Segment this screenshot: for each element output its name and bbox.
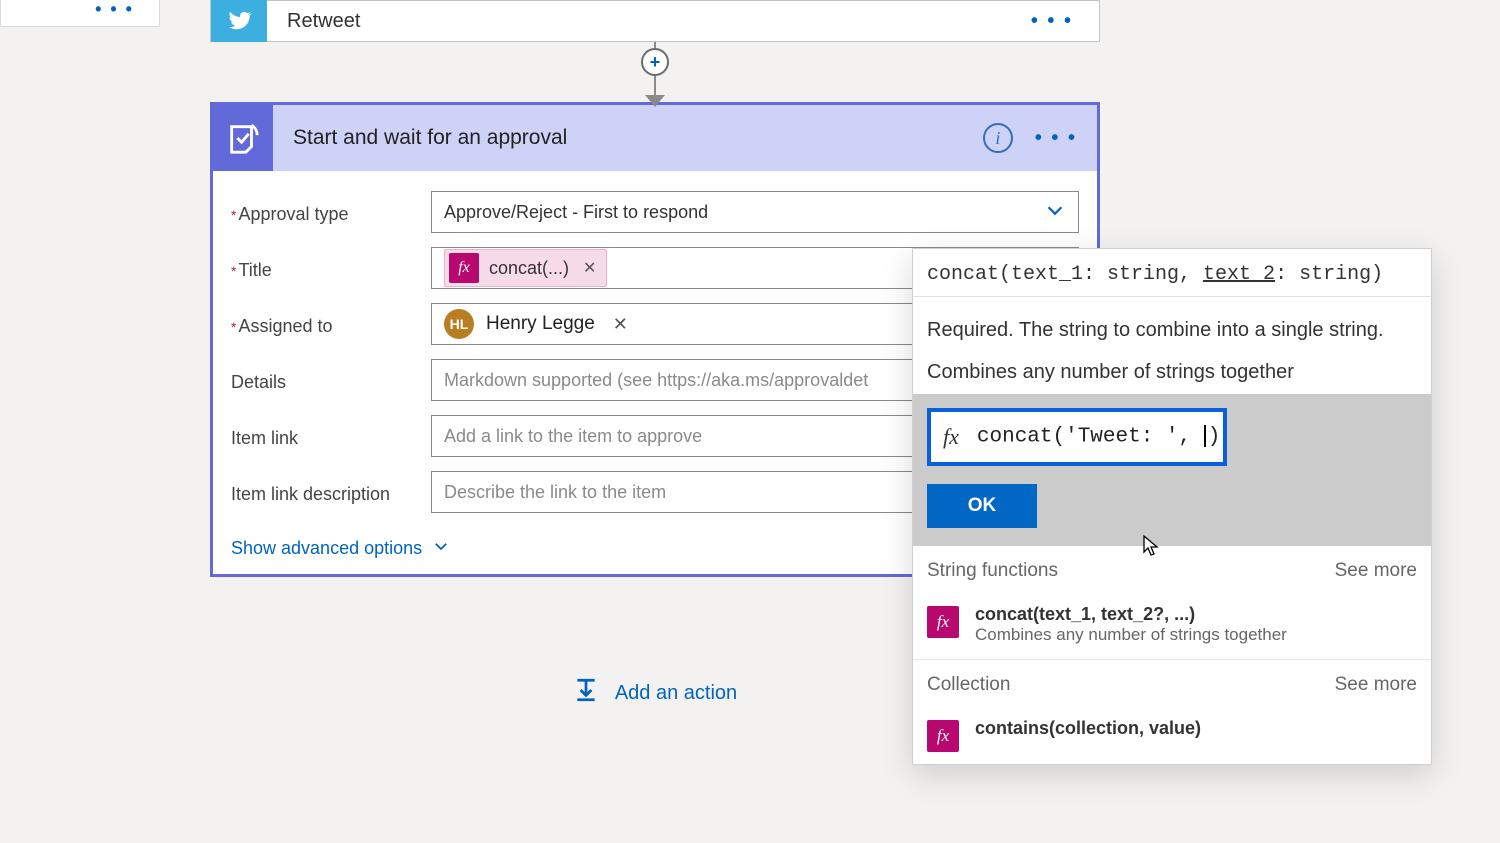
label-details: Details — [231, 368, 431, 393]
show-advanced-label: Show advanced options — [231, 538, 422, 559]
mouse-cursor-icon — [1143, 535, 1161, 563]
card-header-left: Retweet — [211, 0, 360, 42]
placeholder-text: Add a link to the item to approve — [444, 426, 702, 447]
label-assigned-to: Assigned to — [231, 312, 431, 337]
remove-person-icon[interactable]: ✕ — [607, 314, 628, 335]
function-item-concat[interactable]: fx concat(text_1, text_2?, ...) Combines… — [913, 596, 1431, 659]
card-header-left: Start and wait for an approval — [213, 105, 567, 171]
function-item-title: contains(collection, value) — [975, 718, 1201, 739]
add-action-button[interactable]: Add an action — [573, 677, 737, 709]
label-item-link-desc: Item link description — [231, 480, 431, 505]
placeholder-text: Markdown supported (see https://aka.ms/a… — [444, 370, 868, 391]
token-label: concat(...) — [489, 258, 569, 279]
function-item-contains[interactable]: fx contains(collection, value) — [913, 710, 1431, 764]
section-string-functions: String functions See more — [913, 546, 1431, 596]
expression-input[interactable]: fx concat('Tweet: ', ) — [927, 408, 1227, 466]
section-header: Collection — [927, 674, 1010, 696]
arrow-down-icon — [645, 95, 665, 107]
section-collection: Collection See more — [913, 660, 1431, 710]
approval-type-select[interactable]: Approve/Reject - First to respond — [431, 191, 1079, 233]
label-item-link: Item link — [231, 424, 431, 449]
function-item-text: contains(collection, value) — [975, 718, 1201, 739]
see-more-link[interactable]: See more — [1335, 674, 1417, 696]
function-signature: concat(text_1: string, text_2: string) — [913, 249, 1431, 297]
placeholder-text: Describe the link to the item — [444, 482, 666, 503]
fx-icon: fx — [927, 720, 959, 752]
remove-token-icon[interactable]: ✕ — [579, 258, 596, 278]
add-action-icon — [573, 677, 599, 709]
expression-input-bar: fx concat('Tweet: ', ) OK — [913, 394, 1431, 546]
function-description: Combines any number of strings together — [913, 343, 1431, 394]
approval-icon — [213, 105, 273, 171]
function-item-text: concat(text_1, text_2?, ...) Combines an… — [975, 604, 1287, 645]
collapsed-card[interactable]: • • • — [0, 0, 160, 27]
connector: + — [210, 42, 1100, 102]
select-value: Approve/Reject - First to respond — [444, 202, 708, 223]
function-item-desc: Combines any number of strings together — [975, 625, 1287, 645]
text-caret — [1204, 425, 1206, 447]
fx-icon: fx — [449, 253, 479, 283]
row-approval-type: Approval type Approve/Reject - First to … — [231, 191, 1079, 233]
add-action-label: Add an action — [615, 682, 737, 705]
card-title: Retweet — [287, 10, 360, 33]
avatar: HL — [444, 309, 474, 339]
ok-button[interactable]: OK — [927, 484, 1037, 528]
expression-text: concat('Tweet: ', ) — [977, 425, 1220, 449]
expression-token[interactable]: fx concat(...) ✕ — [444, 249, 607, 287]
person-token[interactable]: HL Henry Legge ✕ — [444, 309, 628, 339]
twitter-icon — [211, 0, 267, 42]
card-header-right: i • • • — [983, 123, 1077, 153]
chevron-down-icon — [1044, 199, 1066, 226]
card-title: Start and wait for an approval — [293, 126, 567, 150]
card-header[interactable]: Start and wait for an approval i • • • — [213, 105, 1097, 171]
label-title: Title — [231, 256, 431, 281]
more-menu-icon[interactable]: • • • — [1031, 10, 1073, 33]
section-header: String functions — [927, 560, 1058, 582]
function-item-title: concat(text_1, text_2?, ...) — [975, 604, 1287, 625]
more-menu-icon[interactable]: • • • — [1035, 127, 1077, 150]
expression-popover: concat(text_1: string, text_2: string) R… — [912, 248, 1432, 765]
see-more-link[interactable]: See more — [1335, 560, 1417, 582]
chevron-down-icon — [432, 537, 450, 560]
person-name: Henry Legge — [486, 313, 595, 335]
fx-icon: fx — [927, 606, 959, 638]
retweet-action-card[interactable]: Retweet • • • — [210, 0, 1100, 42]
param-description: Required. The string to combine into a s… — [913, 297, 1431, 343]
info-icon[interactable]: i — [983, 123, 1013, 153]
show-advanced-toggle[interactable]: Show advanced options — [231, 537, 450, 560]
fx-icon: fx — [943, 424, 959, 450]
add-step-button[interactable]: + — [641, 48, 669, 76]
more-menu-icon[interactable]: • • • — [95, 0, 134, 20]
label-approval-type: Approval type — [231, 200, 431, 225]
